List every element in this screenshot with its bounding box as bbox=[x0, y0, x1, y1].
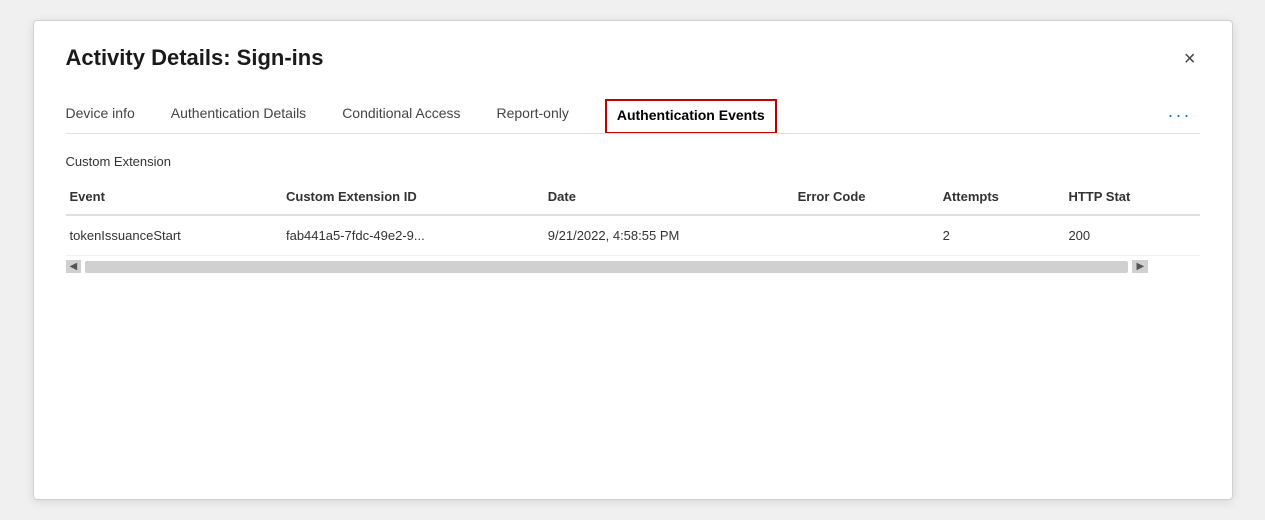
cell-custom-extension-id: fab441a5-7fdc-49e2-9... bbox=[282, 215, 544, 256]
more-tabs-button[interactable]: ··· bbox=[1160, 101, 1200, 130]
events-table-container: Event Custom Extension ID Date Error Cod… bbox=[66, 181, 1200, 273]
horizontal-scrollbar[interactable]: ◀ ▶ bbox=[66, 260, 1200, 273]
tab-report-only[interactable]: Report-only bbox=[496, 97, 588, 133]
tab-authentication-details[interactable]: Authentication Details bbox=[171, 97, 326, 133]
cell-date: 9/21/2022, 4:58:55 PM bbox=[544, 215, 794, 256]
col-attempts: Attempts bbox=[939, 181, 1065, 215]
section-label: Custom Extension bbox=[66, 154, 1200, 169]
cell-http-stat: 200 bbox=[1064, 215, 1199, 256]
cell-event: tokenIssuanceStart bbox=[66, 215, 282, 256]
dialog-title: Activity Details: Sign-ins bbox=[66, 45, 324, 71]
cell-attempts: 2 bbox=[939, 215, 1065, 256]
tab-device-info[interactable]: Device info bbox=[66, 97, 155, 133]
col-date: Date bbox=[544, 181, 794, 215]
close-button[interactable]: × bbox=[1180, 45, 1200, 73]
activity-details-dialog: Activity Details: Sign-ins × Device info… bbox=[33, 20, 1233, 500]
tab-conditional-access[interactable]: Conditional Access bbox=[342, 97, 480, 133]
scroll-right-arrow[interactable]: ▶ bbox=[1132, 260, 1148, 273]
dialog-header: Activity Details: Sign-ins × bbox=[66, 45, 1200, 73]
col-event: Event bbox=[66, 181, 282, 215]
col-error-code: Error Code bbox=[794, 181, 939, 215]
table-row[interactable]: tokenIssuanceStart fab441a5-7fdc-49e2-9.… bbox=[66, 215, 1200, 256]
col-http-stat: HTTP Stat bbox=[1064, 181, 1199, 215]
tab-authentication-events[interactable]: Authentication Events bbox=[605, 99, 777, 133]
cell-error-code bbox=[794, 215, 939, 256]
scroll-left-arrow[interactable]: ◀ bbox=[66, 260, 82, 273]
scrollbar-track[interactable] bbox=[85, 261, 1128, 273]
tab-bar: Device info Authentication Details Condi… bbox=[66, 97, 1200, 134]
table-header-row: Event Custom Extension ID Date Error Cod… bbox=[66, 181, 1200, 215]
col-custom-extension-id: Custom Extension ID bbox=[282, 181, 544, 215]
events-table: Event Custom Extension ID Date Error Cod… bbox=[66, 181, 1200, 256]
